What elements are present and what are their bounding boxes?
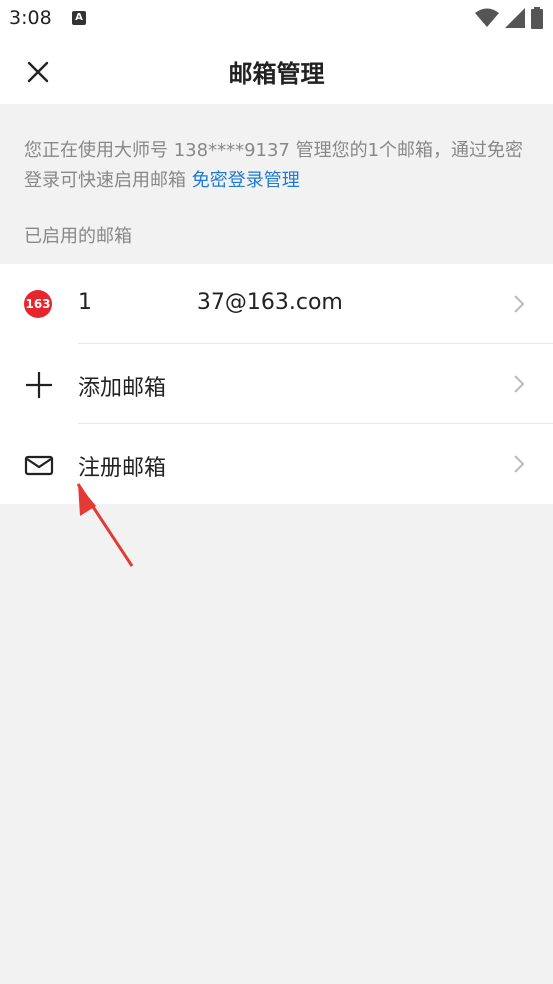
add-mailbox-label: 添加邮箱: [78, 376, 167, 401]
page-title: 邮箱管理: [228, 60, 325, 88]
annotation-arrow: [76, 483, 134, 567]
plus-icon: [26, 372, 52, 398]
chevron-right-icon: [514, 375, 525, 393]
signal-icon: [505, 8, 525, 28]
app-header: 邮箱管理: [0, 38, 553, 104]
battery-icon: [531, 7, 543, 29]
status-time: 3:08: [9, 7, 52, 29]
section-label-enabled: 已启用的邮箱: [24, 226, 132, 247]
envelope-icon: [24, 455, 54, 476]
status-bar: 3:08 A: [0, 0, 553, 38]
notification-icon: A: [72, 11, 86, 25]
mailbox-address: 1 37@163.com: [78, 290, 343, 315]
wifi-icon: [475, 8, 499, 27]
mailbox-row-163[interactable]: 163 1 37@163.com: [0, 264, 553, 344]
chevron-right-icon: [514, 295, 525, 313]
chevron-right-icon: [514, 455, 525, 473]
info-text: 您正在使用大师号 138****9137 管理您的1个邮箱，通过免密登录可快速启…: [24, 136, 529, 196]
163-logo-icon: 163: [24, 290, 52, 318]
passwordless-login-link[interactable]: 免密登录管理: [192, 170, 300, 191]
status-icons: [475, 7, 543, 29]
mailbox-list: 163 1 37@163.com 添加邮箱 注册邮箱: [0, 264, 553, 504]
add-mailbox-row[interactable]: 添加邮箱: [0, 344, 553, 424]
